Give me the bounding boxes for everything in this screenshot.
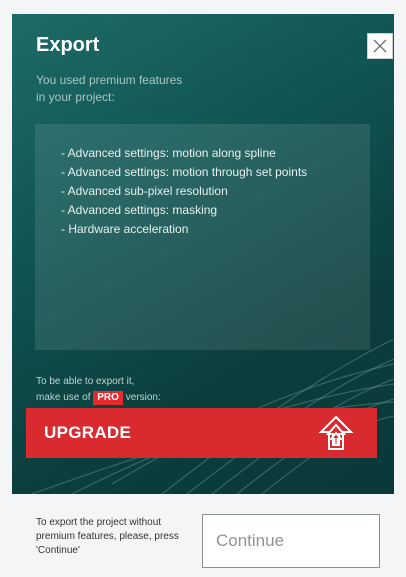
dialog-subtitle: You used premium features in your projec… xyxy=(36,73,183,104)
close-icon xyxy=(373,39,387,53)
upgrade-label: UPGRADE xyxy=(44,423,132,442)
premium-features-box: - Advanced settings: motion along spline… xyxy=(35,124,370,350)
export-note-line1: To be able to export it, xyxy=(36,376,135,387)
feature-item: - Advanced settings: motion through set … xyxy=(61,165,308,179)
export-note: To be able to export it, make use of PRO… xyxy=(36,374,256,406)
feature-item: - Advanced settings: masking xyxy=(61,203,218,217)
export-note-prefix: make use of xyxy=(36,392,91,403)
export-note-line2: make use of PRO version: xyxy=(36,390,256,406)
feature-item: - Hardware acceleration xyxy=(61,222,189,236)
close-button[interactable] xyxy=(367,33,393,59)
continue-button[interactable]: Continue xyxy=(202,514,380,568)
bottom-instructions: To export the project without premium fe… xyxy=(36,517,179,556)
feature-item: - Advanced settings: motion along spline xyxy=(61,146,276,160)
feature-list: - Advanced settings: motion along spline… xyxy=(35,124,370,239)
export-note-suffix: version: xyxy=(125,392,161,403)
pro-badge: PRO xyxy=(93,391,123,405)
upgrade-arrow-icon xyxy=(318,415,354,450)
dialog-title: Export xyxy=(36,34,100,56)
feature-item: - Advanced sub-pixel resolution xyxy=(61,184,228,198)
upgrade-button[interactable]: UPGRADE xyxy=(26,408,377,458)
